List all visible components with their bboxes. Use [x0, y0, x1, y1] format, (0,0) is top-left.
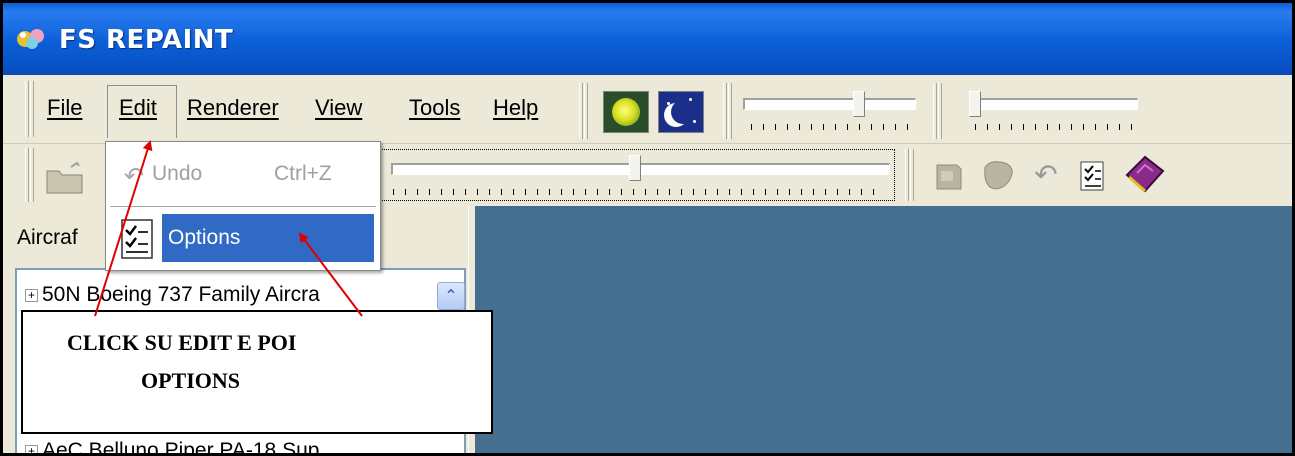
paint-icon[interactable]	[933, 159, 967, 193]
menu-item-undo[interactable]: Undo	[152, 162, 202, 186]
undo-icon: ↶	[124, 162, 145, 190]
annotation-callout: CLICK SU EDIT E POI OPTIONS	[21, 310, 493, 434]
callout-line-1: CLICK SU EDIT E POI	[67, 330, 297, 355]
rebar-grip[interactable]	[25, 81, 34, 137]
expand-icon[interactable]: +	[25, 288, 38, 302]
undo-shortcut: Ctrl+Z	[274, 162, 332, 185]
menu-tools[interactable]: Tools	[409, 89, 460, 127]
slider-thumb[interactable]	[853, 91, 865, 117]
menu-help[interactable]: Help	[493, 89, 538, 127]
menu-separator	[110, 206, 376, 207]
render-viewport[interactable]	[475, 206, 1292, 453]
book-icon[interactable]	[1121, 153, 1167, 197]
menu-edit[interactable]: Edit	[119, 89, 157, 127]
app-logo-icon	[17, 29, 44, 49]
edit-dropdown-menu: ↶ Undo Ctrl+Z Options	[105, 141, 381, 271]
menu-file[interactable]: File	[47, 89, 82, 127]
options-icon[interactable]	[1077, 159, 1109, 193]
slider-thumb[interactable]	[629, 155, 641, 181]
menu-renderer[interactable]: Renderer	[187, 89, 279, 127]
options-icon	[121, 219, 153, 259]
rebar-grip[interactable]	[25, 148, 34, 202]
tree-item[interactable]: + AeC Belluno Piper PA-18 Sup	[25, 436, 320, 456]
expand-icon[interactable]: +	[25, 444, 38, 453]
moon-icon	[671, 100, 695, 124]
menu-view[interactable]: View	[315, 89, 362, 127]
panel-label: Aircraf	[17, 226, 78, 249]
menu-item-options[interactable]: Options	[162, 214, 374, 262]
rebar-grip[interactable]	[723, 83, 732, 139]
undo-icon[interactable]: ↶	[1029, 155, 1063, 195]
rebar-grip[interactable]	[905, 149, 914, 201]
tree-item-label: 50N Boeing 737 Family Aircra	[42, 283, 320, 306]
rebar-grip[interactable]	[579, 83, 588, 139]
callout-line-2: OPTIONS	[141, 368, 241, 393]
window-title: FS REPAINT	[59, 25, 234, 55]
night-lighting-button[interactable]	[658, 91, 704, 133]
application-window: FS REPAINT File Edit Renderer View Tools…	[0, 0, 1295, 456]
day-lighting-button[interactable]	[603, 91, 649, 133]
title-bar: FS REPAINT	[3, 3, 1292, 75]
slider-thumb[interactable]	[969, 91, 981, 117]
tree-item-label: AeC Belluno Piper PA-18 Sup	[42, 439, 320, 456]
scroll-up-button[interactable]: ⌃	[437, 282, 465, 310]
rebar-grip[interactable]	[933, 83, 942, 139]
palette-icon[interactable]	[979, 157, 1017, 195]
sun-icon	[612, 98, 640, 126]
tree-item[interactable]: +50N Boeing 737 Family Aircra	[25, 280, 320, 310]
menu-item-options-label: Options	[168, 226, 241, 249]
open-folder-icon[interactable]	[45, 161, 85, 195]
